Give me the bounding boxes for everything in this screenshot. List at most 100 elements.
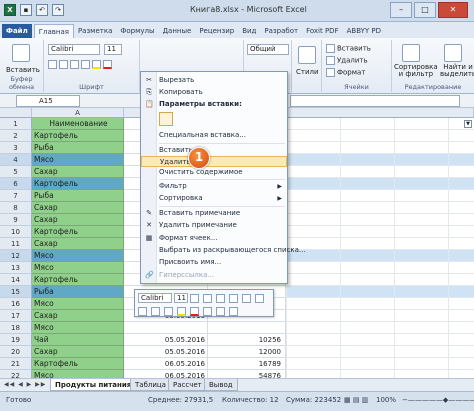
menu-item-filter[interactable]: Фильтр ▶ [141,181,287,192]
menu-item-delete[interactable]: Удалить [141,156,287,167]
row-number[interactable]: 4 [0,154,32,166]
cell-date[interactable]: 06.05.2016 [124,370,208,378]
cell-amount[interactable]: 12000 [208,346,286,358]
sheet-tab-table[interactable]: Таблица [130,379,171,391]
tab-data[interactable]: Данные [159,24,196,38]
insert-cells-button[interactable]: Вставить [326,44,371,53]
close-button[interactable]: ✕ [438,2,468,18]
mini-font-box[interactable]: Calibri [138,293,172,303]
maximize-button[interactable]: □ [414,2,436,18]
cell-rest[interactable] [286,358,474,370]
cell-rest[interactable] [286,322,474,334]
cell-name[interactable]: Сахар [32,310,124,322]
cell-rest[interactable] [286,214,474,226]
menu-item-delete-comment[interactable]: ✕ Удалить примечание [141,220,287,231]
cell-name[interactable]: Мясо [32,262,124,274]
font-name-box[interactable]: Calibri [48,44,100,55]
sort-filter-label[interactable]: Сортировка и фильтр [394,64,438,78]
paste-label[interactable]: Вставить [6,66,40,74]
sheet-tab-products[interactable]: Продукты питания [50,379,137,391]
mini-italic-icon[interactable] [151,306,160,316]
cell-name[interactable]: Сахар [32,346,124,358]
cell-date[interactable] [124,322,208,334]
menu-item-paste-special[interactable]: Специальная вставка... [141,130,287,141]
cell-rest[interactable] [286,310,474,322]
cell-name[interactable]: Картофель [32,226,124,238]
cell-rest[interactable] [286,166,474,178]
select-all-corner[interactable] [0,108,32,118]
view-buttons-icon[interactable]: ▦ ▤ ▥ [344,396,368,404]
row-number[interactable]: 14 [0,274,32,286]
mini-border-icon[interactable] [203,306,212,316]
cell-header-name[interactable]: Наименование [32,118,124,130]
row-number[interactable]: 22 [0,370,32,378]
cell-name[interactable]: Сахар [32,238,124,250]
sheet-nav-arrows-icon[interactable]: ◀◀ ◀ ▶ ▶▶ [4,381,46,388]
tab-formulas[interactable]: Формулы [116,24,158,38]
mini-merge-icon[interactable] [229,306,238,316]
cell-amount[interactable]: 10256 [208,334,286,346]
mini-decimal-icon[interactable] [216,306,225,316]
undo-icon[interactable]: ↶ [36,4,48,16]
paste-option-button[interactable] [159,112,173,126]
sheet-tab-calc[interactable]: Рассчет [168,379,207,391]
row-number[interactable]: 2 [0,130,32,142]
cell-rest[interactable] [286,250,474,262]
bold-icon[interactable] [48,60,57,69]
row-number[interactable]: 19 [0,334,32,346]
cell-rest[interactable] [286,298,474,310]
column-header-rest[interactable] [286,108,474,118]
cell-rest[interactable] [286,178,474,190]
row-number[interactable]: 18 [0,322,32,334]
mini-align-icon[interactable] [164,306,173,316]
cell-rest[interactable] [286,238,474,250]
row-number[interactable]: 5 [0,166,32,178]
zoom-level[interactable]: 100% [376,396,396,404]
cell-rest[interactable] [286,274,474,286]
minimize-button[interactable]: – [390,2,412,18]
tab-review[interactable]: Рецензир [195,24,238,38]
cell-rest[interactable] [286,130,474,142]
redo-icon[interactable]: ↷ [52,4,64,16]
percent-icon[interactable] [229,293,238,303]
row-number[interactable]: 12 [0,250,32,262]
row-number[interactable]: 7 [0,190,32,202]
mini-font-color-icon[interactable] [190,306,199,316]
cell-rest[interactable] [286,286,474,298]
cell-rest[interactable] [286,118,474,130]
menu-item-sort[interactable]: Сортировка ▶ [141,193,287,204]
cell-rest[interactable] [286,226,474,238]
cell-rest[interactable] [286,154,474,166]
fill-color-icon[interactable] [92,60,101,69]
border-icon[interactable] [81,60,90,69]
number-format-icon[interactable] [216,293,225,303]
underline-icon[interactable] [70,60,79,69]
cell-amount[interactable]: 16789 [208,358,286,370]
cell-name[interactable]: Сахар [32,202,124,214]
cell-date[interactable]: 05.05.2016 [124,334,208,346]
row-number[interactable]: 8 [0,202,32,214]
menu-item-format-cells[interactable]: ▦ Формат ячеек... [141,233,287,244]
row-number[interactable]: 1 [0,118,32,130]
formula-input[interactable] [290,95,460,107]
row-number[interactable]: 6 [0,178,32,190]
zoom-slider[interactable]: −—————◆—————+ [402,396,474,404]
cell-rest[interactable] [286,142,474,154]
tab-abbyy-pdf[interactable]: ABBYY PD [343,24,385,38]
menu-item-define-name[interactable]: Присвоить имя... [141,257,287,268]
font-size-box[interactable]: 11 [104,44,122,55]
thousands-icon[interactable] [242,293,251,303]
cell-name[interactable]: Сахар [32,214,124,226]
row-number[interactable]: 17 [0,310,32,322]
format-cells-button[interactable]: Формат [326,68,365,77]
cell-rest[interactable] [286,202,474,214]
find-select-icon[interactable] [444,44,462,62]
italic-icon[interactable] [59,60,68,69]
tab-view[interactable]: Вид [238,24,260,38]
sheet-tab-output[interactable]: Вывод [204,379,238,391]
row-number[interactable]: 20 [0,346,32,358]
row-number[interactable]: 11 [0,238,32,250]
cell-name[interactable]: Мясо [32,370,124,378]
menu-item-insert[interactable]: Вставить [141,145,287,156]
name-box[interactable]: A15 [16,95,80,107]
